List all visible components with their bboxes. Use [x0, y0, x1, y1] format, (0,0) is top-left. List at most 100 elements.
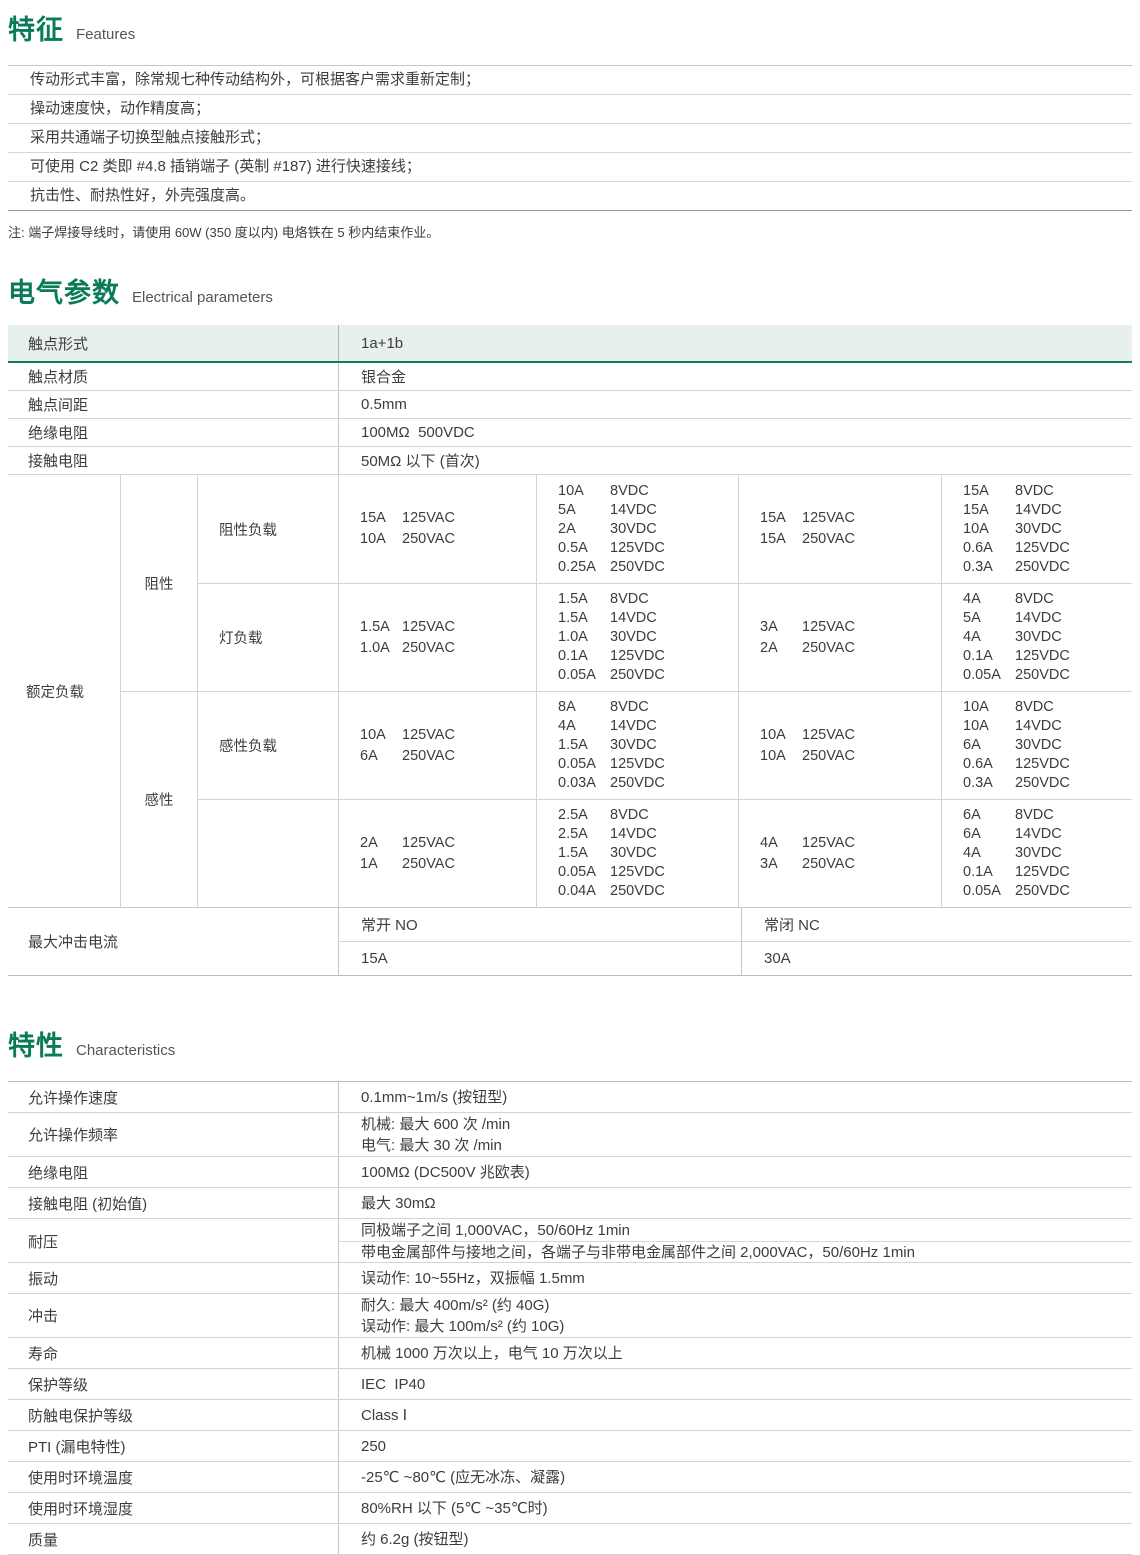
- current-value: 0.05A: [963, 882, 1015, 901]
- char-row-ambient-humidity: 使用时环境湿度 80%RH 以下 (5℃ ~35℃时): [8, 1493, 1132, 1524]
- current-value: 15A: [760, 529, 802, 550]
- voltage-value: 250VAC: [802, 640, 855, 656]
- ac-ratings-cell: 2A125VAC 1A250VAC: [338, 799, 536, 907]
- voltage-value: 30VDC: [610, 737, 657, 753]
- voltage-value: 250VAC: [402, 748, 455, 764]
- current-value: 10A: [963, 717, 1015, 736]
- voltage-value: 125VAC: [402, 510, 455, 526]
- current-value: 1.0A: [558, 628, 610, 647]
- char-label: 寿命: [8, 1338, 338, 1368]
- spec-label: 触点材质: [8, 366, 338, 387]
- char-label: 使用时环境温度: [8, 1462, 338, 1492]
- current-value: 4A: [558, 717, 610, 736]
- voltage-value: 14VDC: [610, 718, 657, 734]
- electrical-title-en: Electrical parameters: [132, 289, 273, 306]
- current-value: 2.5A: [558, 825, 610, 844]
- current-value: 1A: [360, 854, 402, 875]
- section-characteristics: 特性 Characteristics 允许操作速度 0.1mm~1m/s (按钮…: [8, 1024, 1132, 1555]
- char-value: 0.1mm~1m/s (按钮型): [361, 1087, 1132, 1108]
- voltage-value: 125VAC: [802, 510, 855, 526]
- current-value: 5A: [558, 501, 610, 520]
- current-value: 5A: [963, 609, 1015, 628]
- voltage-value: 125VDC: [610, 864, 665, 880]
- section-features: 特征 Features 传动形式丰富，除常规七种传动结构外，可根据客户需求重新定…: [8, 8, 1132, 241]
- voltage-value: 250VAC: [402, 640, 455, 656]
- spec-value: 100MΩ 500VDC: [338, 419, 1132, 446]
- voltage-value: 250VAC: [402, 531, 455, 547]
- voltage-value: 30VDC: [1015, 845, 1062, 861]
- feature-item: 采用共通端子切换型触点接触形式；: [8, 124, 1132, 153]
- voltage-value: 14VDC: [610, 502, 657, 518]
- dc-ratings-cell: 10A8VDC 5A14VDC 2A30VDC 0.5A125VDC 0.25A…: [536, 475, 738, 583]
- current-value: 10A: [963, 520, 1015, 539]
- current-value: 0.1A: [963, 863, 1015, 882]
- max-surge-current-table: 最大冲击电流 常开 NO 常闭 NC 15A 30A: [8, 907, 1132, 976]
- dc-ratings-cell: 1.5A8VDC 1.5A14VDC 1.0A30VDC 0.1A125VDC …: [536, 583, 738, 691]
- current-value: 15A: [760, 508, 802, 529]
- current-value: 6A: [963, 825, 1015, 844]
- current-value: 1.5A: [558, 736, 610, 755]
- current-value: 10A: [760, 746, 802, 767]
- voltage-value: 250VDC: [1015, 559, 1070, 575]
- dc-ratings-cell: 8A8VDC 4A14VDC 1.5A30VDC 0.05A125VDC 0.0…: [536, 691, 738, 799]
- char-row-withstand-voltage: 耐压 同极端子之间 1,000VAC，50/60Hz 1min 带电金属部件与接…: [8, 1219, 1132, 1263]
- current-value: 2.5A: [558, 806, 610, 825]
- voltage-value: 125VDC: [610, 756, 665, 772]
- char-value: 250: [361, 1436, 1132, 1457]
- voltage-value: 125VDC: [1015, 756, 1070, 772]
- load-type-label: 灯负载: [197, 583, 338, 691]
- current-value: 0.25A: [558, 558, 610, 577]
- current-value: 0.04A: [558, 882, 610, 901]
- feature-item: 操动速度快，动作精度高；: [8, 95, 1132, 124]
- voltage-value: 250VDC: [610, 559, 665, 575]
- load-type-label: [197, 799, 338, 907]
- char-value: Class Ⅰ: [361, 1405, 1132, 1426]
- char-row-life: 寿命 机械 1000 万次以上，电气 10 万次以上: [8, 1338, 1132, 1369]
- current-value: 6A: [360, 746, 402, 767]
- dc-ratings-cell: 6A8VDC 6A14VDC 4A30VDC 0.1A125VDC 0.05A2…: [941, 799, 1132, 907]
- contact-form-header-row: 触点形式 1a+1b: [8, 325, 1132, 363]
- char-label: 振动: [8, 1263, 338, 1293]
- current-value: 2A: [760, 638, 802, 659]
- features-title-en: Features: [76, 26, 135, 43]
- contact-form-value: 1a+1b: [338, 325, 1132, 361]
- current-value: 4A: [963, 590, 1015, 609]
- char-value: 机械 1000 万次以上，电气 10 万次以上: [361, 1343, 1132, 1364]
- characteristics-section-title: 特性 Characteristics: [8, 1024, 1132, 1063]
- solder-note: 注: 端子焊接导线时，请使用 60W (350 度以内) 电烙铁在 5 秒内结束…: [8, 222, 1132, 241]
- electrical-section-title: 电气参数 Electrical parameters: [8, 271, 1132, 310]
- current-value: 6A: [963, 806, 1015, 825]
- voltage-value: 125VAC: [802, 835, 855, 851]
- rated-load-group-label: 额定负载: [8, 475, 120, 907]
- rated-load-table: 额定负载 阻性 感性 阻性负载 15A125VAC 10A250VAC 10A8…: [8, 475, 1132, 907]
- ac-ratings-cell: 10A125VAC 10A250VAC: [738, 691, 941, 799]
- load-type-label: 感性负载: [197, 691, 338, 799]
- char-row-ambient-temperature: 使用时环境温度 -25℃ ~80℃ (应无冰冻、凝露): [8, 1462, 1132, 1493]
- current-value: 10A: [360, 725, 402, 746]
- char-value: 80%RH 以下 (5℃ ~35℃时): [361, 1498, 1132, 1519]
- current-value: 0.05A: [558, 863, 610, 882]
- voltage-value: 30VDC: [1015, 521, 1062, 537]
- voltage-value: 8VDC: [1015, 591, 1054, 607]
- spec-label: 触点间距: [8, 394, 338, 415]
- voltage-value: 250VAC: [402, 856, 455, 872]
- voltage-value: 125VAC: [402, 727, 455, 743]
- current-value: 0.03A: [558, 774, 610, 793]
- char-value: 机械: 最大 600 次 /min: [361, 1114, 1132, 1135]
- ac-ratings-cell: 3A125VAC 2A250VAC: [738, 583, 941, 691]
- surge-label: 最大冲击电流: [8, 908, 338, 975]
- surge-no-value: 15A: [338, 941, 741, 975]
- current-value: 15A: [360, 508, 402, 529]
- voltage-value: 8VDC: [610, 591, 649, 607]
- current-value: 1.5A: [558, 609, 610, 628]
- voltage-value: 8VDC: [1015, 483, 1054, 499]
- current-value: 10A: [760, 725, 802, 746]
- voltage-value: 250VAC: [802, 531, 855, 547]
- section-electrical-parameters: 电气参数 Electrical parameters 触点形式 1a+1b 触点…: [8, 271, 1132, 976]
- current-value: 1.0A: [360, 638, 402, 659]
- features-section-title: 特征 Features: [8, 8, 1132, 47]
- feature-item: 抗击性、耐热性好，外壳强度高。: [8, 182, 1132, 211]
- voltage-value: 250VDC: [1015, 883, 1070, 899]
- current-value: 0.1A: [963, 647, 1015, 666]
- surge-no-header: 常开 NO: [338, 908, 741, 941]
